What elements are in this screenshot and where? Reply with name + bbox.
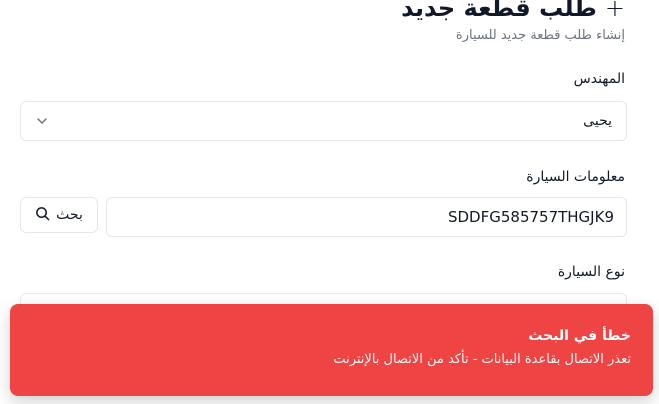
toast-description: تعذر الاتصال بقاعدة البيانات - تأكد من ا…: [333, 352, 631, 367]
page-header: + طلب قطعة جديد: [401, 0, 625, 24]
search-button-label: بحث: [56, 207, 83, 223]
search-button[interactable]: بحث: [20, 197, 98, 233]
search-icon: [35, 206, 50, 225]
page-title: طلب قطعة جديد: [401, 0, 597, 22]
page-subtitle: إنشاء طلب قطعة جديد للسيارة: [455, 28, 625, 43]
engineer-label: المهندس: [573, 71, 625, 87]
car-info-label: معلومات السيارة: [526, 169, 625, 185]
car-type-label: نوع السيارة: [557, 264, 625, 280]
vin-input[interactable]: [106, 197, 627, 237]
error-toast[interactable]: خطأ في البحث تعذر الاتصال بقاعدة البيانا…: [10, 304, 653, 396]
new-part-request-page: + طلب قطعة جديد إنشاء طلب قطعة جديد للسي…: [0, 0, 659, 404]
plus-icon: +: [604, 0, 625, 22]
toast-title: خطأ في البحث: [528, 328, 631, 344]
chevron-down-icon: [35, 114, 49, 128]
engineer-select[interactable]: يحيى: [20, 101, 627, 141]
engineer-selected-value: يحيى: [583, 113, 612, 129]
